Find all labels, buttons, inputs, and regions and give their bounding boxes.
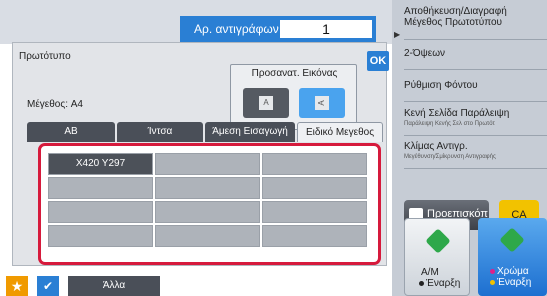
orientation-portrait-button[interactable]: A <box>243 88 289 118</box>
copies-input[interactable]: 1 <box>280 20 372 38</box>
background-adjust-label: Ρύθμιση Φόντου <box>404 80 478 91</box>
start-bw-sub: Έναρξη <box>419 278 460 289</box>
start-color-sub-text: Έναρξη <box>497 277 532 288</box>
custom-size-grid: X420 Y297 <box>38 143 381 265</box>
tab-ab[interactable]: AB <box>27 122 115 142</box>
color-dot-yellow-icon <box>490 279 495 285</box>
duplex-label: 2-Όψεων <box>404 48 446 59</box>
custom-size-cell[interactable]: X420 Y297 <box>48 153 153 175</box>
start-color-mode: Χρώμα <box>497 266 529 277</box>
blank-page-skip-label: Κενή Σελίδα Παράλειψη <box>404 108 510 119</box>
right-panel: ▶ Αποθήκευση/Διαγραφή Μέγεθος Πρωτοτύπου… <box>392 0 547 296</box>
tab-custom-size[interactable]: Ειδικό Μεγεθος <box>297 122 383 142</box>
custom-size-cell[interactable] <box>262 177 367 199</box>
star-icon[interactable]: ★ <box>6 276 28 296</box>
copy-ratio-sub: Μεγέθυνση/Σμίκρυνση Αντιγραφής <box>404 154 496 160</box>
bw-dot-icon <box>419 280 424 286</box>
ok-button[interactable]: OK <box>367 51 389 71</box>
custom-size-cell[interactable] <box>262 153 367 175</box>
start-color-label: Χρώμα <box>490 266 529 277</box>
custom-size-cell[interactable] <box>48 225 153 247</box>
landscape-a-icon: A <box>315 96 329 110</box>
start-bw-mode: Α/Μ <box>421 267 439 278</box>
blank-page-skip-sub: Παράλειψη Κενής Σελ στο Πρωτότ <box>404 121 495 127</box>
tab-direct-entry[interactable]: Άμεση Εισαγωγή <box>205 122 295 142</box>
expand-arrow-icon: ▶ <box>394 30 401 39</box>
custom-size-cell[interactable] <box>155 225 260 247</box>
custom-size-cell[interactable] <box>48 201 153 223</box>
duplex-button[interactable]: 2-Όψεων <box>404 48 547 70</box>
start-bw-button[interactable]: Α/Μ Έναρξη <box>404 218 470 296</box>
image-orientation-group: Προσανατ. Εικόνας A A <box>230 64 357 130</box>
custom-size-cell[interactable] <box>155 153 260 175</box>
custom-size-cell[interactable] <box>48 177 153 199</box>
start-color-sub: Έναρξη <box>490 277 531 288</box>
copies-control[interactable]: Αρ. αντιγράφων 1 <box>180 16 376 42</box>
custom-size-cell[interactable] <box>262 201 367 223</box>
color-dot-icon <box>490 268 495 274</box>
custom-size-cell[interactable] <box>155 201 260 223</box>
copy-ratio-button[interactable]: Κλίμας Αντιγρ. Μεγέθυνση/Σμίκρυνση Αντιγ… <box>404 141 547 169</box>
original-dialog: Πρωτότυπο OK Μέγεθος: A4 Προσανατ. Εικόν… <box>12 42 389 266</box>
start-color-button[interactable]: Χρώμα Έναρξη <box>478 218 547 296</box>
orientation-title: Προσανατ. Εικόνας <box>251 68 338 79</box>
blank-page-skip-button[interactable]: Κενή Σελίδα Παράλειψη Παράλειψη Κενής Σε… <box>404 108 547 136</box>
store-delete-original-size-button[interactable]: Αποθήκευση/Διαγραφή Μέγεθος Πρωτοτύπου <box>404 6 547 40</box>
background-adjust-button[interactable]: Ρύθμιση Φόντου <box>404 80 547 102</box>
start-diamond-color-icon <box>499 227 525 253</box>
copy-ratio-label: Κλίμας Αντιγρ. <box>404 141 468 152</box>
orientation-landscape-button[interactable]: A <box>299 88 345 118</box>
check-icon[interactable]: ✔ <box>37 276 59 296</box>
bottom-bar: ★ ✔ Άλλα <box>0 272 160 296</box>
start-diamond-icon <box>425 228 451 254</box>
store-delete-label: Αποθήκευση/Διαγραφή Μέγεθος Πρωτοτύπου <box>404 6 507 28</box>
copies-label: Αρ. αντιγράφων <box>194 22 279 36</box>
other-button[interactable]: Άλλα <box>68 276 160 296</box>
tab-inch[interactable]: Ίντσα <box>117 122 203 142</box>
custom-size-cell[interactable] <box>262 225 367 247</box>
portrait-a-icon: A <box>259 96 273 110</box>
start-bw-sub-text: Έναρξη <box>426 278 461 289</box>
start-bw-label: Α/Μ <box>421 267 439 278</box>
size-label: Μέγεθος: A4 <box>27 99 83 110</box>
custom-size-cell[interactable] <box>155 177 260 199</box>
dialog-title: Πρωτότυπο <box>19 51 71 62</box>
